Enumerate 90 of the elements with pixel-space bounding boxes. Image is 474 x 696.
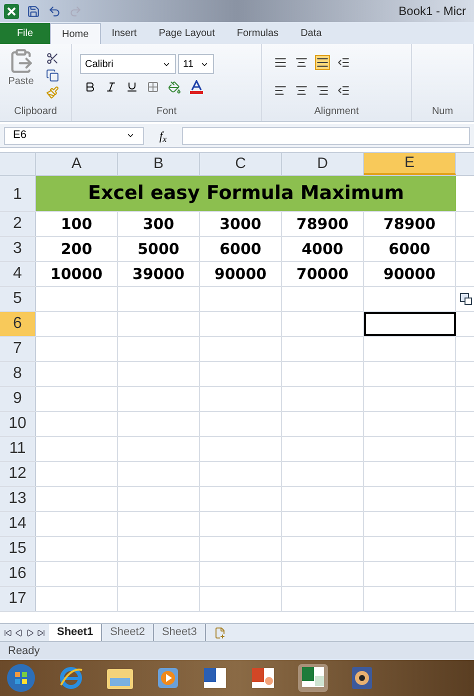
media-player-icon[interactable] — [156, 666, 180, 690]
table-cell: 78900 — [282, 212, 364, 236]
row-header[interactable]: 15 — [0, 537, 36, 561]
row-header[interactable]: 8 — [0, 362, 36, 386]
table-cell: 90000 — [200, 262, 282, 286]
browser-icon[interactable] — [58, 665, 84, 691]
row-header[interactable]: 13 — [0, 487, 36, 511]
insert-sheet-icon[interactable] — [214, 626, 226, 638]
last-sheet-icon[interactable] — [37, 628, 45, 636]
paste-button[interactable]: Paste — [4, 48, 38, 104]
folder-icon[interactable] — [106, 666, 134, 690]
paste-options-icon[interactable] — [460, 293, 472, 305]
font-name-field[interactable]: Calibri — [80, 54, 176, 74]
column-header[interactable]: C — [200, 153, 282, 175]
group-label: Num — [430, 105, 454, 119]
group-label: Clipboard — [13, 105, 58, 119]
table-cell: 78900 — [364, 212, 456, 236]
insert-function-button[interactable]: f$_{x}$ — [148, 126, 178, 144]
table-cell: 10000 — [36, 262, 118, 286]
sheet-tab[interactable]: Sheet1 — [49, 624, 102, 642]
top-align-icon[interactable] — [274, 56, 287, 69]
row-header[interactable]: 9 — [0, 387, 36, 411]
middle-align-icon[interactable] — [295, 56, 308, 69]
font-size-text: 11 — [183, 58, 194, 72]
row-header[interactable]: 4 — [0, 262, 36, 286]
font-color-icon[interactable] — [190, 80, 203, 94]
title-cell: Excel easy Formula Maximum — [36, 176, 456, 211]
row-header[interactable]: 3 — [0, 237, 36, 261]
align-center-icon[interactable] — [295, 84, 308, 97]
table-cell: 5000 — [118, 237, 200, 261]
row-header[interactable]: 16 — [0, 562, 36, 586]
first-sheet-icon[interactable] — [4, 628, 12, 636]
file-tab[interactable]: File — [0, 23, 50, 44]
font-size-field[interactable]: 11 — [178, 54, 214, 74]
borders-icon[interactable] — [147, 81, 159, 93]
group-label: Alignment — [313, 105, 360, 119]
copy-icon[interactable] — [46, 69, 59, 82]
table-cell: 4000 — [282, 237, 364, 261]
cut-icon[interactable] — [46, 52, 59, 65]
window-title: Book1 - Micr — [398, 3, 467, 20]
column-header[interactable]: B — [118, 153, 200, 175]
table-cell: 3000 — [200, 212, 282, 236]
row-header[interactable]: 6 — [0, 312, 36, 336]
row-header[interactable]: 2 — [0, 212, 36, 236]
align-right-icon[interactable] — [316, 84, 329, 97]
table-cell: 39000 — [118, 262, 200, 286]
table-cell: 6000 — [200, 237, 282, 261]
name-box-text: E6 — [13, 128, 26, 144]
row-header[interactable]: 12 — [0, 462, 36, 486]
row-header[interactable]: 14 — [0, 512, 36, 536]
next-sheet-icon[interactable] — [26, 628, 34, 636]
align-left-icon[interactable] — [274, 84, 287, 97]
dropdown-icon[interactable] — [126, 131, 135, 140]
group-label: Font — [155, 105, 178, 119]
previous-sheet-icon[interactable] — [15, 628, 23, 636]
bottom-align-icon[interactable] — [316, 56, 329, 69]
start-icon[interactable] — [6, 663, 36, 693]
decrease-indent-icon[interactable] — [337, 84, 350, 97]
table-cell: 90000 — [364, 262, 456, 286]
font-name-text: Calibri — [85, 58, 114, 72]
table-cell: 300 — [118, 212, 200, 236]
row-header[interactable]: 10 — [0, 412, 36, 436]
row-header[interactable]: 17 — [0, 587, 36, 611]
column-header[interactable]: E — [364, 153, 456, 175]
row-header[interactable]: 5 — [0, 287, 36, 311]
row-header[interactable]: 1 — [0, 176, 36, 211]
ribbon-tab[interactable]: Data — [290, 23, 333, 44]
name-box[interactable]: E6 — [4, 126, 144, 144]
status-text: Ready — [8, 644, 40, 659]
row-header[interactable]: 11 — [0, 437, 36, 461]
table-cell: 200 — [36, 237, 118, 261]
undo-icon[interactable] — [48, 4, 61, 18]
fill-color-icon[interactable] — [168, 80, 181, 94]
ribbon-tab[interactable]: Formulas — [226, 23, 290, 44]
table-cell: 100 — [36, 212, 118, 236]
table-cell: 70000 — [282, 262, 364, 286]
table-cell: 6000 — [364, 237, 456, 261]
app-icon — [4, 4, 19, 18]
media-icon[interactable] — [350, 665, 374, 691]
active-cell[interactable] — [364, 312, 456, 336]
ribbon-tab[interactable]: Home — [50, 23, 101, 44]
underline-icon[interactable] — [126, 81, 138, 93]
formula-field[interactable] — [182, 126, 470, 144]
save-icon[interactable] — [27, 4, 40, 18]
column-header[interactable]: A — [36, 153, 118, 175]
ribbon-tab[interactable]: Insert — [100, 23, 148, 44]
italic-icon[interactable] — [105, 81, 117, 93]
bold-icon[interactable] — [84, 81, 96, 93]
ribbon-tab[interactable]: Page Layout — [148, 23, 226, 44]
row-header[interactable]: 7 — [0, 337, 36, 361]
